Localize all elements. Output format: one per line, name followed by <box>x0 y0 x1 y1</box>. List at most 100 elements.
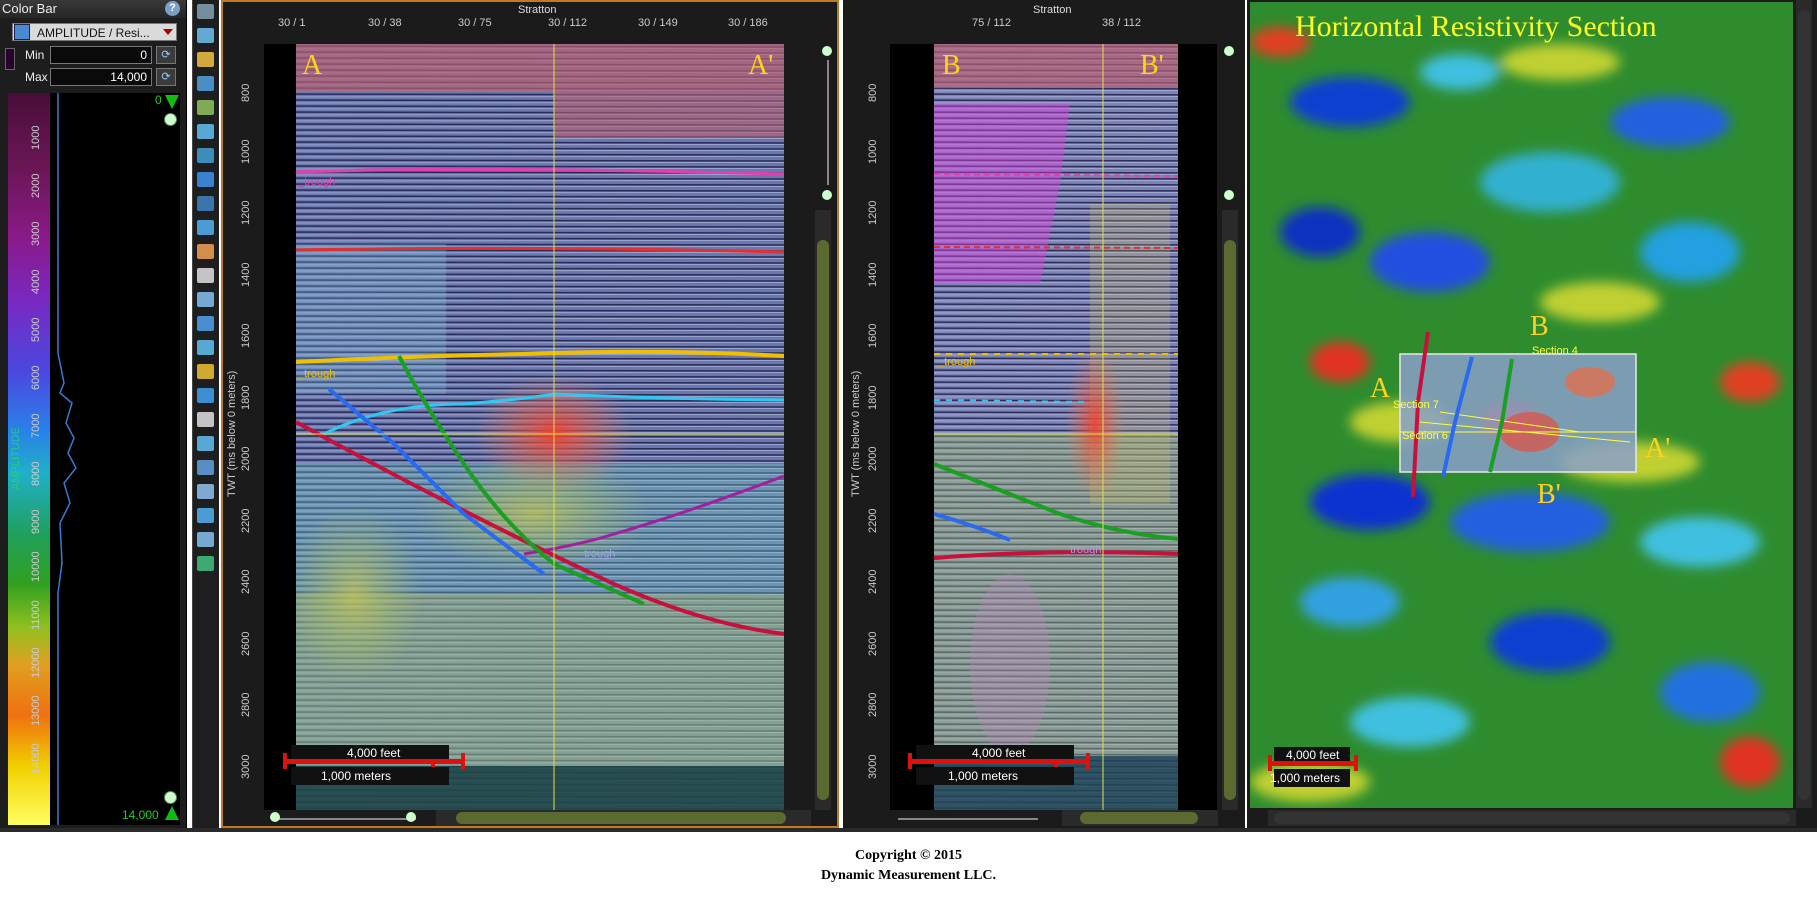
horizon-label: _trough <box>938 356 976 368</box>
zoom-icon[interactable] <box>197 556 214 571</box>
scale-feet-label: 4,000 feet <box>1286 748 1340 762</box>
color-bar-tick: 12000 <box>30 647 42 678</box>
zoom-in-icon[interactable] <box>406 812 416 822</box>
settings-icon[interactable] <box>197 316 214 331</box>
attribute-select[interactable]: AMPLITUDE / Resi... <box>12 23 177 41</box>
help-icon[interactable]: ? <box>165 1 180 16</box>
column-label: 30 / 149 <box>638 17 678 29</box>
section-7-label: Section 7 <box>1393 399 1439 411</box>
column-label: 75 / 112 <box>972 17 1011 29</box>
zoom-in-icon[interactable] <box>164 113 177 126</box>
camera-icon[interactable] <box>197 364 214 379</box>
pencil-icon[interactable] <box>197 268 214 283</box>
zoom-in-icon[interactable] <box>1224 46 1234 56</box>
zoom-out-icon[interactable] <box>1224 190 1234 200</box>
zoom-box-icon[interactable] <box>197 28 214 43</box>
chevron-down-icon[interactable] <box>163 29 173 35</box>
horizontal-zoom-slider[interactable] <box>276 818 416 820</box>
map-title: Horizontal Resistivity Section <box>1295 10 1657 43</box>
map-vertical-scrollbar[interactable] <box>1796 0 1812 808</box>
scale-feet-label: 4,000 feet <box>347 746 401 760</box>
color-bar-tick: 13000 <box>30 695 42 726</box>
paint-icon[interactable] <box>197 508 214 523</box>
y-tick-label: 2400 <box>240 569 252 594</box>
map-horizontal-scrollbar[interactable] <box>1268 810 1796 826</box>
bottom-value: 14,000 <box>122 808 159 822</box>
rotate-icon[interactable] <box>197 76 214 91</box>
zoom-out-icon[interactable] <box>822 190 832 200</box>
section-b-scale-bar: 4,000 feet 1,000 meters <box>908 745 1090 787</box>
section-a-vertical-scrollbar[interactable] <box>815 210 831 810</box>
draw-icon[interactable] <box>197 220 214 235</box>
pan-icon[interactable] <box>197 172 214 187</box>
pick-icon[interactable] <box>197 196 214 211</box>
max-refresh-icon[interactable]: ⟳ <box>156 68 176 86</box>
horizon-label: _trough <box>578 548 616 560</box>
horizontal-zoom-slider[interactable] <box>898 818 1038 820</box>
min-input[interactable]: 0 <box>50 46 152 64</box>
zoom-out-icon[interactable] <box>270 812 280 822</box>
y-tick-label: 1800 <box>867 385 879 410</box>
histogram <box>50 93 180 825</box>
scale-meters-label: 1,000 meters <box>948 769 1019 783</box>
target-icon[interactable] <box>197 412 214 427</box>
box-icon[interactable] <box>197 460 214 475</box>
horizon-label: _trough <box>298 176 336 188</box>
max-input[interactable]: 14,000 <box>50 68 152 86</box>
crop-icon[interactable] <box>197 244 214 259</box>
section-6-label: Section 6 <box>1402 430 1448 442</box>
section-b-seismic <box>890 44 1217 810</box>
dots-icon[interactable] <box>197 532 214 547</box>
resistivity-map <box>1250 2 1793 808</box>
grid-icon[interactable] <box>197 100 214 115</box>
select-icon[interactable] <box>14 24 30 40</box>
zoom-in-icon[interactable] <box>822 46 832 56</box>
section-b-left-marker: B <box>942 50 961 81</box>
color-bar-tick: 3000 <box>30 221 42 246</box>
color-bar-tick: 4000 <box>30 269 42 294</box>
y-tick-label: 2600 <box>240 631 252 656</box>
horizon-label: _trough <box>1064 544 1102 556</box>
column-label: 30 / 38 <box>368 17 402 29</box>
map-canvas[interactable] <box>1250 2 1793 808</box>
zoom-out-icon[interactable] <box>164 791 177 804</box>
line-icon[interactable] <box>197 484 214 499</box>
zoom-in-icon[interactable] <box>197 52 214 67</box>
light-icon[interactable] <box>197 388 214 403</box>
layers-icon[interactable] <box>197 292 214 307</box>
color-bar-tick: 14000 <box>30 743 42 774</box>
section-a-canvas[interactable] <box>264 44 784 810</box>
min-label: Min <box>25 48 45 62</box>
map-label-b: B <box>1530 311 1549 342</box>
section-a-horizontal-scrollbar[interactable] <box>436 810 811 826</box>
section-b-vertical-scrollbar[interactable] <box>1222 210 1238 810</box>
section-a-right-marker: A' <box>748 50 774 81</box>
top-handle-icon[interactable] <box>165 95 179 109</box>
y-tick-label: 2800 <box>240 692 252 717</box>
min-refresh-icon[interactable]: ⟳ <box>156 46 176 64</box>
y-tick-label: 800 <box>240 83 252 102</box>
y-tick-label: 800 <box>867 83 879 102</box>
scale-meters-label: 1,000 meters <box>321 769 392 783</box>
chart-icon[interactable] <box>197 148 214 163</box>
note-icon[interactable] <box>197 436 214 451</box>
scale-meters-label: 1,000 meters <box>1270 771 1341 785</box>
horizon-label: _trough <box>298 368 336 380</box>
map-label-a: A <box>1370 373 1391 404</box>
section-b-right-marker: B' <box>1140 50 1164 81</box>
section-b-canvas[interactable] <box>890 44 1217 810</box>
vertical-zoom-slider[interactable] <box>827 60 829 185</box>
section-b-survey-title: Stratton <box>1033 4 1072 16</box>
section-b-horizontal-scrollbar[interactable] <box>1062 810 1218 826</box>
measure-icon[interactable] <box>197 340 214 355</box>
color-bar-tick: 8000 <box>30 461 42 486</box>
ruler-icon[interactable] <box>197 124 214 139</box>
map-label-b-prime: B' <box>1537 479 1561 510</box>
color-bar-panel: Color Bar ? AMPLITUDE / Resi... Min 0 ⟳ … <box>0 0 187 828</box>
bottom-handle-icon[interactable] <box>165 806 179 820</box>
color-swatch <box>5 48 15 70</box>
y-tick-label: 1000 <box>240 139 252 164</box>
select-icon[interactable] <box>197 4 214 19</box>
y-tick-label: 2000 <box>867 446 879 471</box>
y-tick-label: 1400 <box>867 262 879 287</box>
